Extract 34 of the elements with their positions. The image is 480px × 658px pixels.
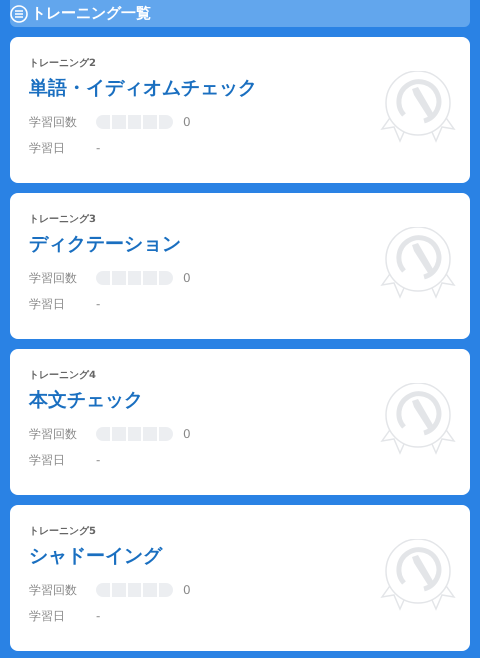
training-number: トレーニング3 (29, 213, 97, 227)
training-card[interactable]: トレーニング5 シャドーイング 学習回数 0 学習日 - (10, 505, 470, 651)
study-date-value: - (96, 140, 100, 157)
training-card[interactable]: トレーニング2 単語・イディオムチェック 学習回数 0 学習日 - (10, 37, 470, 183)
award-medal-icon (378, 71, 458, 145)
study-date-label: 学習日 (29, 452, 66, 469)
training-number: トレーニング4 (29, 369, 97, 383)
training-card[interactable]: トレーニング3 ディクテーション 学習回数 0 学習日 - (10, 193, 470, 339)
training-title: ディクテーション (29, 232, 182, 257)
study-count-value: 0 (183, 426, 191, 443)
list-icon (10, 4, 28, 22)
study-count-label: 学習回数 (29, 582, 78, 599)
training-title: 単語・イディオムチェック (29, 76, 258, 101)
training-title: 本文チェック (29, 388, 144, 413)
study-date-label: 学習日 (29, 296, 66, 313)
study-count-label: 学習回数 (29, 114, 78, 131)
study-count-value: 0 (183, 582, 191, 599)
training-number: トレーニング2 (29, 57, 97, 71)
training-card[interactable]: トレーニング4 本文チェック 学習回数 0 学習日 - (10, 349, 470, 495)
award-medal-icon (378, 383, 458, 457)
study-date-value: - (96, 296, 100, 313)
study-count-value: 0 (183, 270, 191, 287)
study-date-value: - (96, 452, 100, 469)
award-medal-icon (378, 227, 458, 301)
header-title: トレーニング一覧 (31, 3, 151, 24)
training-number: トレーニング5 (29, 525, 97, 539)
study-date-label: 学習日 (29, 608, 66, 625)
study-date-label: 学習日 (29, 140, 66, 157)
award-medal-icon (378, 539, 458, 613)
training-title: シャドーイング (29, 544, 164, 569)
study-count-label: 学習回数 (29, 426, 78, 443)
study-count-value: 0 (183, 114, 191, 131)
study-date-value: - (96, 608, 100, 625)
study-count-label: 学習回数 (29, 270, 78, 287)
